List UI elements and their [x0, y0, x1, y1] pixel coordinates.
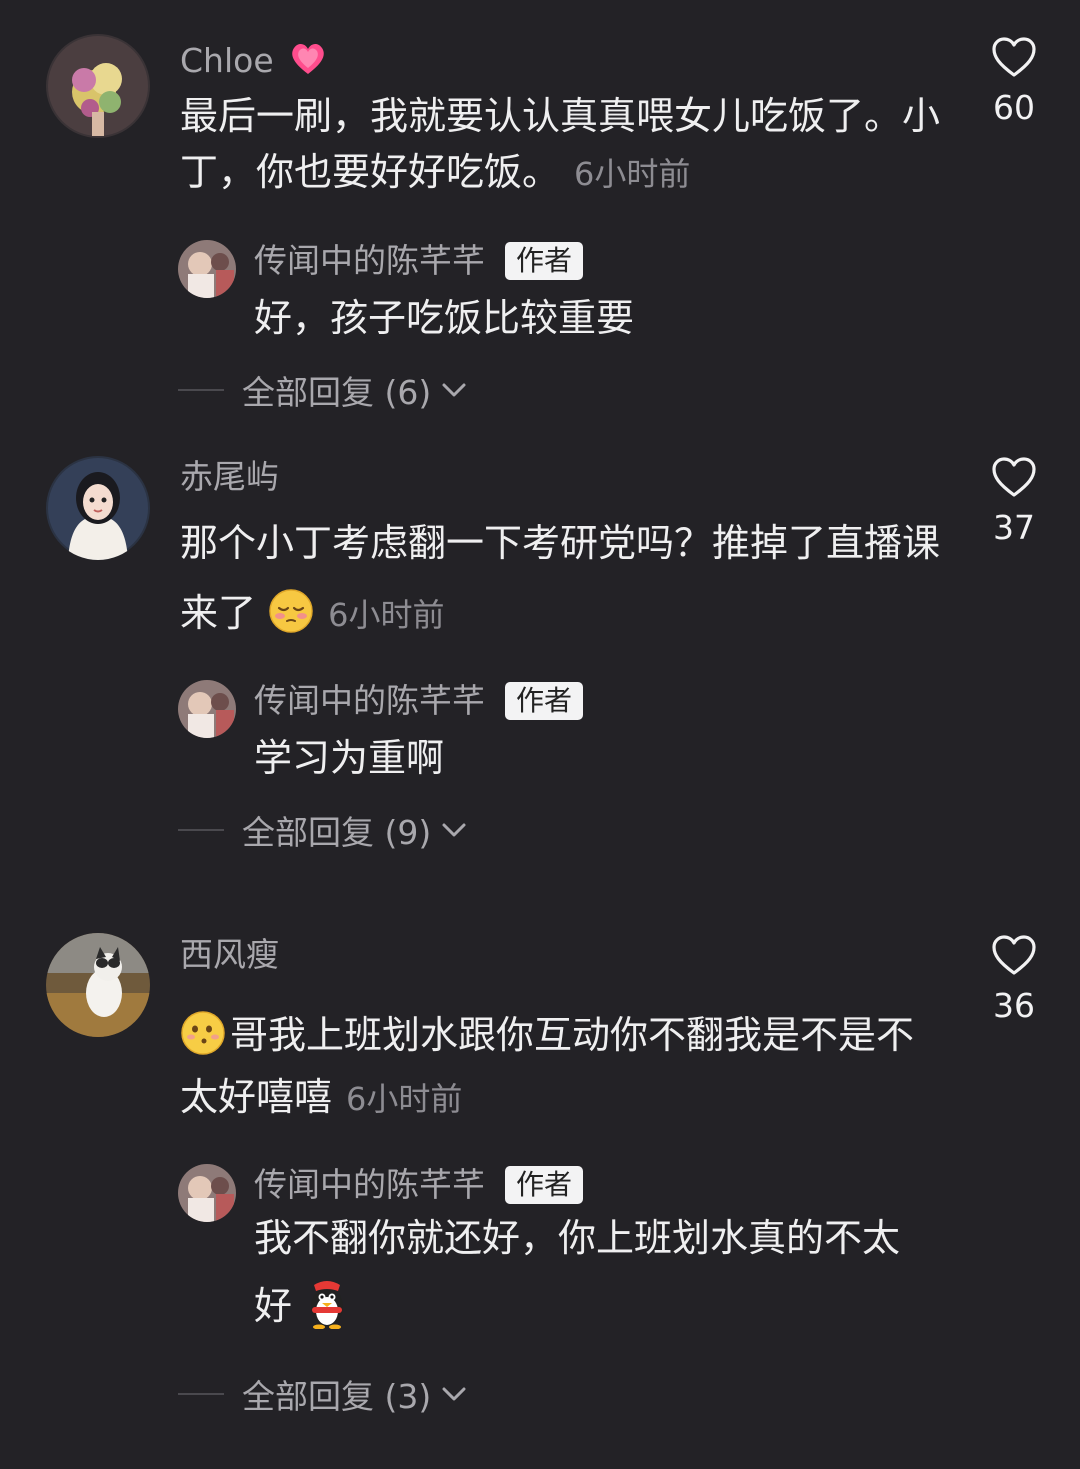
like-button[interactable]: 36: [986, 934, 1042, 1026]
chevron-down-icon: [442, 383, 466, 397]
comment-username[interactable]: 赤尾屿: [180, 457, 279, 497]
author-badge: 作者: [505, 242, 584, 280]
comment-username[interactable]: 西风瘦: [180, 935, 279, 975]
divider-line: [178, 1393, 224, 1395]
view-all-replies[interactable]: 全部回复 (9): [178, 810, 467, 852]
reply-avatar[interactable]: [178, 240, 236, 298]
author-reply: 传闻中的陈芊芊 作者 我不翻你就还好，你上班划水真的不太好: [178, 1164, 958, 1344]
reply-username[interactable]: 传闻中的陈芊芊 作者: [254, 680, 584, 722]
chevron-down-icon: [442, 823, 466, 837]
reply-text: 好，孩子吃饭比较重要: [254, 296, 635, 340]
reply-username[interactable]: 传闻中的陈芊芊 作者: [254, 240, 584, 282]
shy-face-emoji-icon: [268, 588, 314, 634]
reply-text: 我不翻你就还好，你上班划水真的不太好: [254, 1216, 901, 1329]
comment-time: 6小时前: [346, 1080, 463, 1118]
author-reply: 传闻中的陈芊芊 作者 学习为重啊: [178, 680, 958, 790]
smirk-face-emoji-icon: [180, 1010, 226, 1056]
like-count: 37: [993, 508, 1035, 547]
penguin-emoji-icon: [304, 1279, 350, 1329]
author-badge: 作者: [505, 1166, 584, 1204]
like-count: 60: [993, 88, 1035, 127]
comment-text: 那个小丁考虑翻一下考研党吗？推掉了直播课来了 6小时前: [180, 521, 941, 635]
author-badge: 作者: [505, 682, 584, 720]
chevron-down-icon: [442, 1387, 466, 1401]
divider-line: [178, 829, 224, 831]
avatar[interactable]: [46, 34, 150, 138]
comment-time: 6小时前: [328, 596, 445, 634]
like-count: 36: [993, 986, 1035, 1025]
reply-avatar[interactable]: [178, 1164, 236, 1222]
like-button[interactable]: 60: [986, 36, 1042, 128]
reply-text: 学习为重啊: [254, 736, 445, 780]
divider-line: [178, 389, 224, 391]
view-all-replies[interactable]: 全部回复 (6): [178, 370, 467, 412]
view-replies-label: 全部回复 (9): [242, 813, 432, 852]
comment-time: 6小时前: [574, 155, 691, 193]
like-button[interactable]: 37: [986, 456, 1042, 548]
comment-text: 哥我上班划水跟你互动你不翻我是不是不太好嘻嘻 6小时前: [180, 1004, 940, 1130]
reply-username[interactable]: 传闻中的陈芊芊 作者: [254, 1164, 584, 1206]
comment-username[interactable]: Chloe: [180, 38, 328, 81]
reply-avatar[interactable]: [178, 680, 236, 738]
heart-outline-icon: [992, 457, 1036, 497]
comment-text: 最后一刷，我就要认认真真喂女儿吃饭了。小丁，你也要好好吃饭。 6小时前: [180, 94, 941, 194]
avatar[interactable]: [46, 933, 150, 1037]
heart-emoji-icon: [288, 38, 328, 78]
author-reply: 传闻中的陈芊芊 作者 好，孩子吃饭比较重要: [178, 240, 958, 350]
avatar[interactable]: [46, 456, 150, 560]
heart-outline-icon: [992, 935, 1036, 975]
view-replies-label: 全部回复 (3): [242, 1377, 432, 1416]
view-replies-label: 全部回复 (6): [242, 373, 432, 412]
view-all-replies[interactable]: 全部回复 (3): [178, 1374, 467, 1416]
heart-outline-icon: [992, 37, 1036, 77]
